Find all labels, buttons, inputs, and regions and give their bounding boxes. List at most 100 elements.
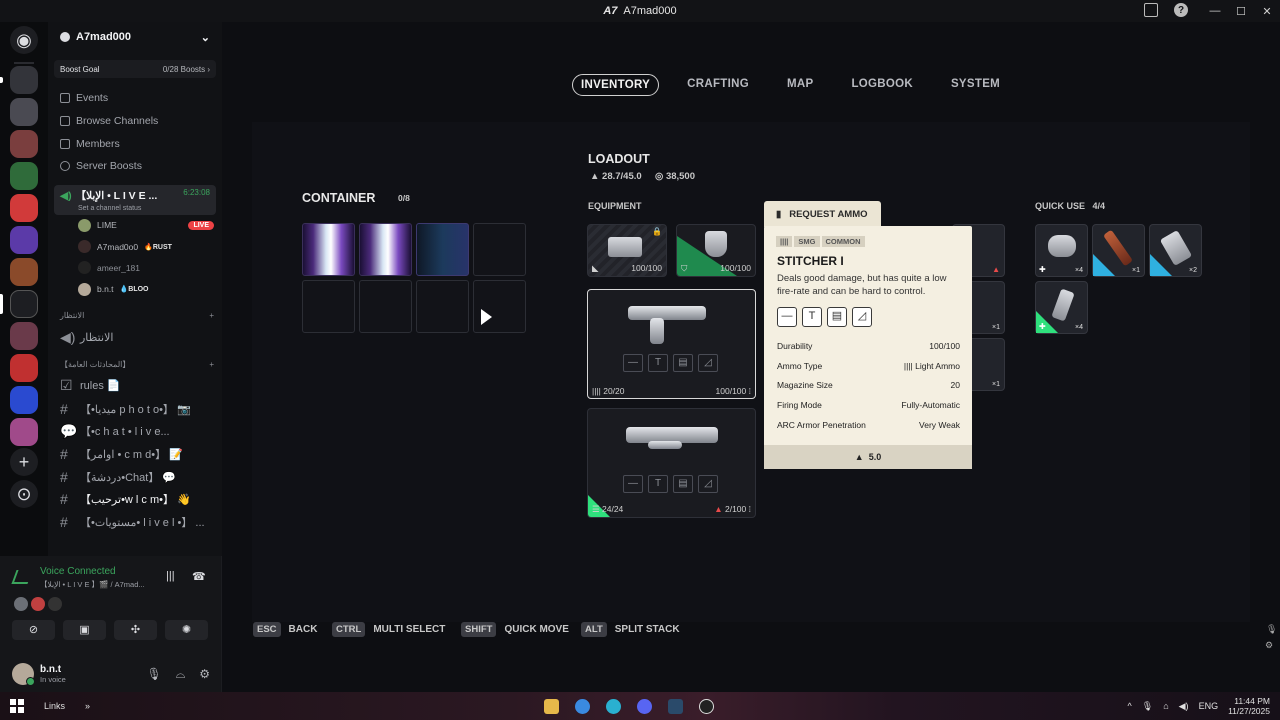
discord-icon[interactable]: [637, 699, 652, 714]
quick-use-slot[interactable]: ×2: [1149, 224, 1202, 277]
mod-slot-magazine[interactable]: ▤: [673, 354, 693, 372]
channel-status[interactable]: Set a channel status: [60, 205, 210, 212]
voice-channel-waiting[interactable]: ◀) الانتظار: [48, 326, 222, 349]
server-icon[interactable]: [10, 322, 38, 350]
server-icon[interactable]: [10, 98, 38, 126]
nav-events[interactable]: Events: [48, 87, 222, 110]
headphones-icon[interactable]: ⌓: [176, 667, 186, 682]
nav-members[interactable]: Members: [48, 132, 222, 155]
equipment-slot-augment[interactable]: 🔒 ◣ 100/100: [587, 224, 667, 277]
maximize-button[interactable]: ☐: [1228, 5, 1254, 18]
tab-system[interactable]: SYSTEM: [941, 74, 1010, 96]
tab-logbook[interactable]: LOGBOOK: [841, 74, 923, 96]
disconnect-icon[interactable]: ☎: [192, 570, 206, 583]
avatar[interactable]: [12, 663, 35, 686]
server-icon[interactable]: [10, 66, 38, 94]
nav-browse-channels[interactable]: Browse Channels: [48, 110, 222, 133]
server-icon[interactable]: [10, 162, 38, 190]
discord-home-icon[interactable]: ◉: [10, 26, 38, 54]
voice-user[interactable]: LIME LIVE: [48, 215, 222, 236]
voice-user[interactable]: b.n.t 💧BLOO: [48, 279, 222, 300]
weapon-slot-1[interactable]: — T ▤ ◿ |||| 20/20 100/100 ⁞: [587, 289, 756, 399]
quick-use-slot[interactable]: ✚ ×4: [1035, 224, 1088, 277]
channel-item[interactable]: # 【ترحيب•w l c m•】 👋: [48, 488, 222, 511]
server-icon[interactable]: [10, 418, 38, 446]
server-icon-active[interactable]: [10, 290, 38, 318]
mod-slot-stock[interactable]: ◿: [698, 354, 718, 372]
add-channel-icon[interactable]: +: [209, 360, 214, 369]
game-launcher-icon[interactable]: [699, 699, 714, 714]
request-ammo-button[interactable]: ▮ REQUEST AMMO: [764, 201, 881, 227]
channel-item[interactable]: # 【اوامر • c m d•】 📝: [48, 443, 222, 466]
user-bar[interactable]: b.n.t In voice 🎙 ⌓ ⚙: [0, 656, 222, 692]
channel-category[interactable]: 【المحادثات العامة】 +: [48, 355, 222, 375]
boost-goal-bar[interactable]: Boost Goal 0/28 Boosts ›: [54, 60, 216, 78]
channel-category[interactable]: الانتظار +: [48, 306, 222, 326]
quick-use-slot[interactable]: ✚ ×4: [1035, 281, 1088, 334]
voice-user[interactable]: ameer_181: [48, 257, 222, 278]
network-icon[interactable]: ⌂: [1163, 701, 1168, 711]
activities-button[interactable]: ✣: [114, 620, 157, 640]
hint-multi-select[interactable]: CTRL MULTI SELECT: [332, 622, 445, 637]
tab-inventory[interactable]: INVENTORY: [572, 74, 660, 96]
server-icon[interactable]: [10, 130, 38, 158]
steam-icon[interactable]: [668, 699, 683, 714]
gear-icon[interactable]: ⚙: [199, 667, 210, 682]
server-icon[interactable]: [10, 354, 38, 382]
add-channel-icon[interactable]: +: [209, 311, 214, 320]
chevron-right-icon[interactable]: »: [85, 701, 90, 711]
channel-item[interactable]: 💬 【•c h a t • l i v e...: [48, 420, 222, 443]
server-icon[interactable]: [10, 194, 38, 222]
links-toolbar[interactable]: Links: [44, 701, 65, 711]
add-server-icon[interactable]: +: [10, 448, 38, 476]
mod-slot-underbarrel[interactable]: T: [648, 354, 668, 372]
close-button[interactable]: ✕: [1254, 5, 1280, 18]
screen-share-button[interactable]: ▣: [63, 620, 106, 640]
discover-icon[interactable]: ⊙: [10, 480, 38, 508]
voice-user[interactable]: A7mad0o0 🔥RUST: [48, 236, 222, 257]
language-indicator[interactable]: ENG: [1199, 701, 1219, 711]
quick-use-slot[interactable]: ×1: [1092, 224, 1145, 277]
nav-server-boosts[interactable]: Server Boosts: [48, 155, 222, 178]
camera-off-button[interactable]: ⊘: [12, 620, 55, 640]
chevron-up-icon[interactable]: ^: [1128, 701, 1132, 711]
server-icon[interactable]: [10, 258, 38, 286]
microphone-icon[interactable]: 🎙: [147, 667, 162, 682]
container-slot[interactable]: [473, 223, 526, 276]
file-explorer-icon[interactable]: [544, 699, 559, 714]
equipment-slot-shield[interactable]: ⛉ 100/100: [676, 224, 756, 277]
server-icon[interactable]: [10, 386, 38, 414]
mod-slot-muzzle[interactable]: —: [623, 475, 643, 493]
container-slot[interactable]: [302, 280, 355, 333]
tab-crafting[interactable]: CRAFTING: [677, 74, 759, 96]
container-slot[interactable]: [359, 280, 412, 333]
server-header[interactable]: A7mad000 ⌄: [48, 22, 222, 52]
weapon-slot-2[interactable]: — T ▤ ◿ ☰ 24/24 ▲ 2/100 ⁞: [587, 408, 756, 518]
container-slot[interactable]: [302, 223, 355, 276]
help-icon[interactable]: ?: [1174, 3, 1188, 17]
container-slot[interactable]: [473, 280, 526, 333]
mod-slot-magazine[interactable]: ▤: [673, 475, 693, 493]
chrome-icon[interactable]: [575, 699, 590, 714]
windows-start-icon[interactable]: [10, 699, 24, 713]
voice-connected-status[interactable]: Voice Connected 【الإبلا • L I V E 】🎬 / A…: [11, 566, 145, 590]
active-voice-channel[interactable]: ◀) 【الإبلا • L I V E ... 6:23:08 Set a cha…: [54, 184, 216, 215]
server-icon[interactable]: [10, 226, 38, 254]
hint-split-stack[interactable]: ALT SPLIT STACK: [581, 622, 680, 637]
volume-icon[interactable]: ◀): [1179, 701, 1189, 712]
hint-quick-move[interactable]: SHIFT QUICK MOVE: [461, 622, 569, 637]
inbox-icon[interactable]: [1144, 3, 1158, 17]
mod-slot-muzzle[interactable]: —: [623, 354, 643, 372]
tab-map[interactable]: MAP: [777, 74, 823, 96]
minimize-button[interactable]: —: [1202, 5, 1228, 17]
container-slot[interactable]: [416, 280, 469, 333]
microphone-icon[interactable]: 🎙: [1142, 701, 1153, 712]
soundboard-button[interactable]: ✺: [165, 620, 208, 640]
hint-back[interactable]: ESC BACK: [253, 622, 317, 637]
channel-item[interactable]: # 【دردشة•Chat】 💬: [48, 465, 222, 488]
chevron-down-icon[interactable]: ⌄: [201, 31, 210, 44]
container-slot[interactable]: [359, 223, 412, 276]
container-slot[interactable]: [416, 223, 469, 276]
noise-suppression-icon[interactable]: |||: [166, 570, 175, 582]
clock[interactable]: 11:44 PM 11/27/2025: [1228, 696, 1270, 716]
